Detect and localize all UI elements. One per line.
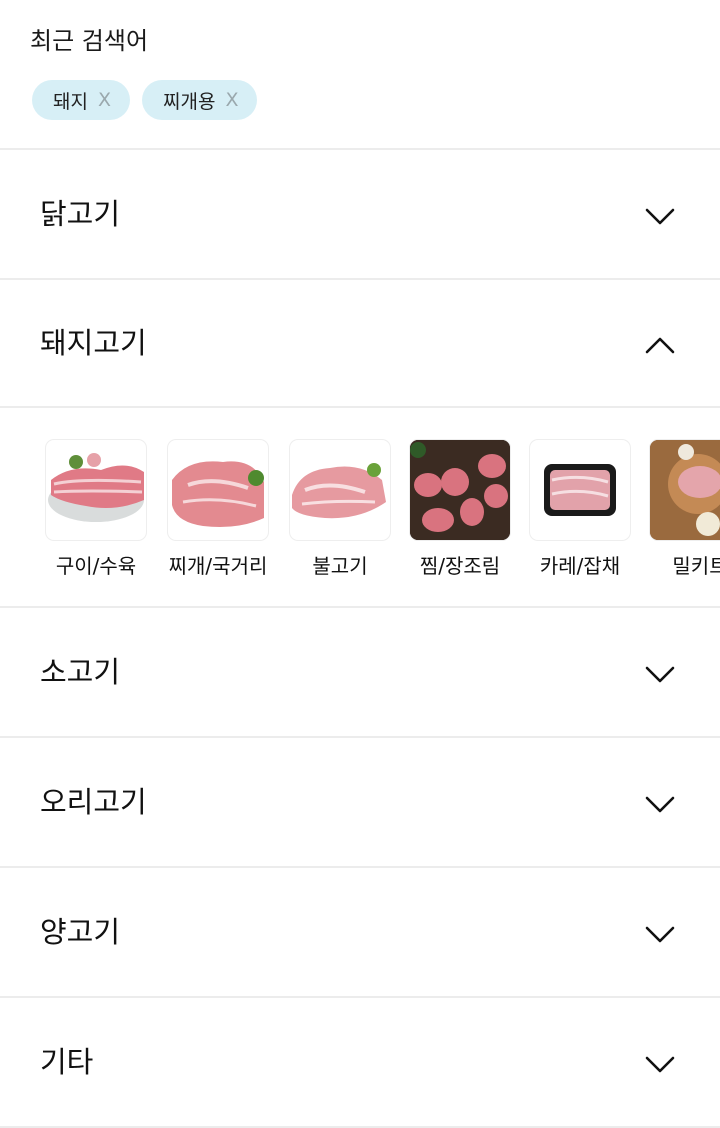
subcategory-label: 찌개/국거리 [168, 554, 268, 578]
chip-remove-icon[interactable]: X [98, 89, 111, 111]
chevron-down-icon[interactable] [644, 1055, 676, 1075]
pork-subcategory-list[interactable]: 구이/수육 찌개/국거리 불고기 찜/장조림 카레/잡채 밀키트 [0, 408, 720, 606]
meat-thumbnail [410, 440, 510, 540]
category-beef[interactable]: 소고기 [0, 608, 720, 736]
category-label: 오리고기 [40, 785, 147, 819]
category-chicken[interactable]: 닭고기 [0, 150, 720, 278]
recent-search-chip[interactable]: 찌개용 X [142, 80, 258, 120]
category-label: 닭고기 [40, 197, 121, 231]
chevron-down-icon[interactable] [644, 665, 676, 685]
recent-search-section: 최근 검색어 돼지 X 찌개용 X [0, 0, 720, 149]
chip-label: 찌개용 [163, 90, 216, 113]
recent-search-chip[interactable]: 돼지 X [32, 80, 130, 120]
chip-remove-icon[interactable]: X [225, 89, 238, 111]
subcategory-label: 구이/수육 [55, 554, 137, 578]
category-label: 소고기 [40, 655, 121, 689]
category-lamb[interactable]: 양고기 [0, 868, 720, 996]
chevron-down-icon[interactable] [644, 925, 676, 945]
category-etc[interactable]: 기타 [0, 998, 720, 1126]
meat-thumbnail [168, 440, 268, 540]
meat-thumbnail [530, 440, 630, 540]
category-label: 돼지고기 [40, 326, 147, 360]
category-pork[interactable]: 돼지고기 [0, 280, 720, 408]
recent-search-title: 최근 검색어 [30, 27, 149, 55]
subcategory-label: 불고기 [312, 554, 368, 578]
category-label: 기타 [40, 1045, 94, 1079]
meat-thumbnail [46, 440, 146, 540]
category-duck[interactable]: 오리고기 [0, 738, 720, 866]
category-label: 양고기 [40, 915, 121, 949]
subcategory-label: 밀키트 [672, 554, 720, 578]
subcategory-label: 찜/장조림 [419, 554, 501, 578]
chevron-down-icon[interactable] [644, 795, 676, 815]
chevron-up-icon[interactable] [644, 335, 676, 355]
chevron-down-icon[interactable] [644, 207, 676, 227]
chip-label: 돼지 [53, 90, 88, 113]
subcategory-label: 카레/잡채 [539, 554, 621, 578]
meat-thumbnail [650, 440, 720, 540]
meat-thumbnail [290, 440, 390, 540]
